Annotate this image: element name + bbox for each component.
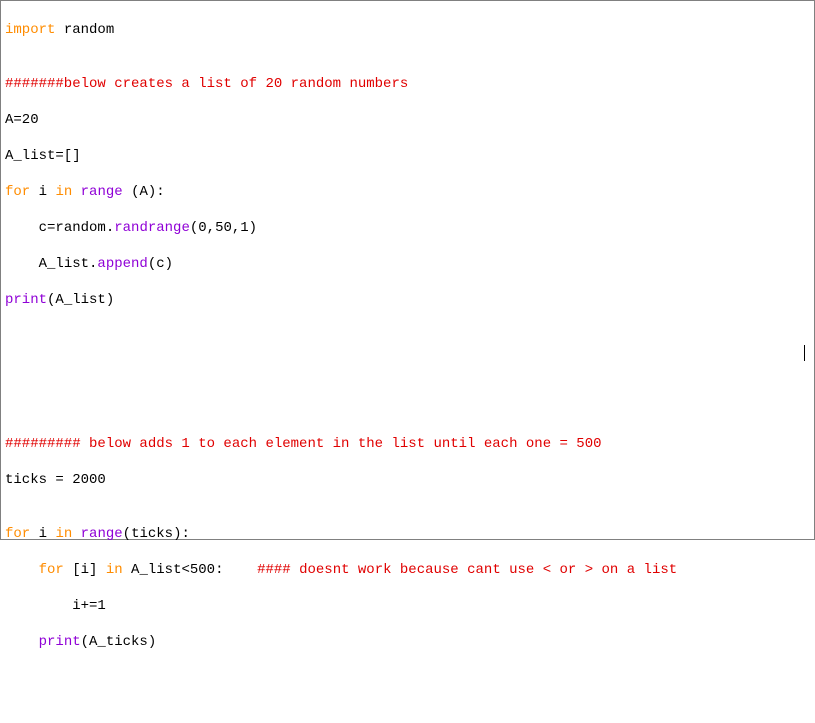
token-module: random: [64, 22, 114, 38]
token-keyword: for: [39, 562, 64, 578]
token-indent: [5, 220, 39, 236]
code-line: c=random.randrange(0,50,1): [5, 219, 810, 237]
token-keyword: for: [5, 184, 30, 200]
token-text: (A_ticks): [81, 634, 157, 650]
token-function: append: [97, 256, 147, 272]
code-line: A=20: [5, 111, 810, 129]
code-comment: #######below creates a list of 20 random…: [5, 75, 810, 93]
code-line: ticks = 2000: [5, 471, 810, 489]
token-text: (A_list): [47, 292, 114, 308]
code-line: print(A_list): [5, 291, 810, 309]
token-function: print: [39, 634, 81, 650]
token-text: (A):: [123, 184, 165, 200]
code-line: for i in range(ticks):: [5, 525, 810, 543]
code-line: A_list.append(c): [5, 255, 810, 273]
code-line: i+=1: [5, 597, 810, 615]
token-indent: [5, 256, 39, 272]
token-function: print: [5, 292, 47, 308]
text-cursor: [804, 345, 805, 361]
code-line: for [i] in A_list<500: #### doesnt work …: [5, 561, 810, 579]
token-text: [i]: [64, 562, 106, 578]
token-text: A_list<500:: [123, 562, 257, 578]
code-line: import random: [5, 21, 810, 39]
code-line: print(A_ticks): [5, 633, 810, 651]
token-space: [55, 22, 63, 38]
token-comment: #### doesnt work because cant use < or >…: [257, 562, 677, 578]
code-editor[interactable]: import random #######below creates a lis…: [1, 1, 814, 539]
token-indent: [5, 562, 39, 578]
token-keyword: in: [106, 562, 123, 578]
code-line: for i in range (A):: [5, 183, 810, 201]
token-text: c=random.: [39, 220, 115, 236]
code-comment: ######### below adds 1 to each element i…: [5, 435, 810, 453]
token-keyword: in: [55, 184, 72, 200]
token-text: A_list.: [39, 256, 98, 272]
token-text: i: [30, 184, 55, 200]
token-text: (0,50,1): [190, 220, 257, 236]
token-function: randrange: [114, 220, 190, 236]
token-indent: [5, 634, 39, 650]
token-text: [72, 184, 80, 200]
code-line: A_list=[]: [5, 147, 810, 165]
token-keyword: import: [5, 22, 55, 38]
token-text: (c): [148, 256, 173, 272]
token-function: range: [81, 184, 123, 200]
